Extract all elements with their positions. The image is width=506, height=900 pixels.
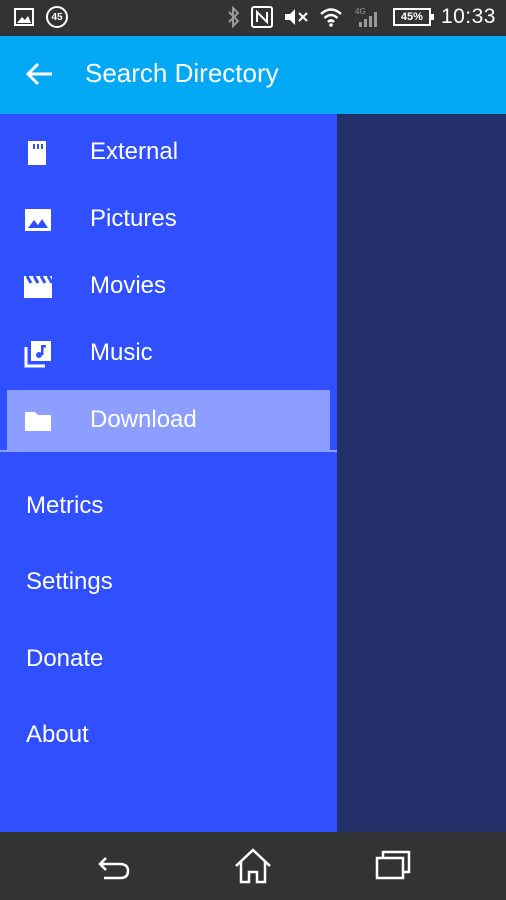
mute-icon [284, 9, 308, 25]
directory-item-external[interactable]: External [0, 122, 337, 182]
directory-label: Movies [90, 272, 167, 299]
system-navigation-bar [0, 832, 506, 900]
directory-label: Download [90, 406, 197, 433]
menu-label: Metrics [26, 492, 104, 519]
menu-item-metrics[interactable]: Metrics [0, 476, 337, 536]
nav-home-icon[interactable] [232, 846, 274, 886]
drawer-scrim[interactable] [337, 114, 506, 832]
bluetooth-icon [228, 6, 240, 28]
directory-label: Music [90, 339, 153, 366]
drawer-divider [0, 450, 337, 452]
menu-label: Settings [26, 568, 113, 595]
menu-label: Donate [26, 645, 104, 672]
menu-item-about[interactable]: About [0, 705, 337, 765]
nfc-icon [250, 6, 273, 28]
page-title: Search Directory [85, 58, 279, 88]
music-library-icon [24, 341, 51, 368]
clock: 10:33 [440, 5, 496, 28]
menu-item-donate[interactable]: Donate [0, 629, 337, 689]
sd-card-icon [28, 141, 46, 165]
directory-item-pictures[interactable]: Pictures [0, 189, 337, 249]
directory-item-movies[interactable]: Movies [0, 256, 337, 316]
network-type-label: 4G [355, 7, 366, 16]
directory-item-music[interactable]: Music [0, 323, 337, 383]
menu-item-settings[interactable]: Settings [0, 552, 337, 612]
status-bar: 45 4G 45% 10:33 [0, 0, 506, 36]
movie-icon [24, 275, 52, 298]
arrow-back-icon[interactable] [22, 56, 58, 92]
navigation-drawer: External Pictures Movies Music Download [0, 114, 337, 832]
wifi-icon [320, 8, 342, 27]
app-bar: Search Directory [0, 36, 506, 114]
battery-indicator: 45% [392, 8, 434, 26]
nav-recents-icon[interactable] [373, 846, 415, 886]
nav-back-icon[interactable] [92, 846, 134, 886]
folder-icon [25, 412, 51, 431]
directory-item-download[interactable]: Download [7, 390, 330, 450]
directory-label: External [90, 138, 179, 165]
menu-label: About [26, 721, 89, 748]
image-icon [25, 209, 51, 231]
signal-icon: 4G [355, 7, 377, 27]
gallery-notification-icon [14, 8, 34, 26]
directory-label: Pictures [90, 205, 177, 232]
notification-count-badge: 45 [46, 6, 68, 28]
